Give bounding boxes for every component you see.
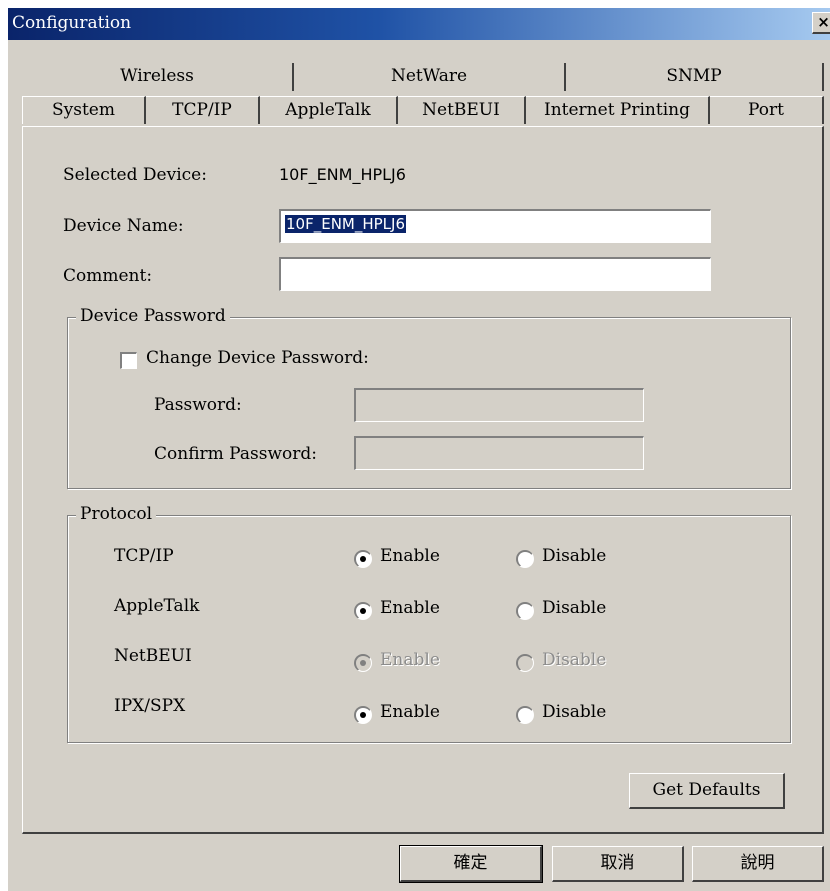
appletalk-disable-radio[interactable] xyxy=(516,602,534,620)
ok-button[interactable]: 確定 xyxy=(399,845,543,883)
netbeui-disable-label: Disable xyxy=(542,650,607,670)
change-password-label[interactable]: Change Device Password: xyxy=(146,348,369,368)
selected-device-label: Selected Device: xyxy=(63,165,207,185)
device-name-value: 10F_ENM_HPLJ6 xyxy=(285,215,407,233)
tab-system[interactable]: System xyxy=(22,96,146,124)
close-button[interactable]: × xyxy=(812,12,830,34)
netbeui-enable-radio xyxy=(354,654,372,672)
protocol-group-title: Protocol xyxy=(76,504,157,524)
comment-label: Comment: xyxy=(63,266,153,286)
system-tab-panel: Selected Device: 10F_ENM_HPLJ6 Device Na… xyxy=(22,126,824,834)
tcpip-disable-label[interactable]: Disable xyxy=(542,546,606,566)
ipxspx-disable-label[interactable]: Disable xyxy=(542,702,606,722)
configuration-window: Configuration × Wireless NetWare SNMP Sy… xyxy=(8,8,830,891)
tcpip-enable-radio[interactable] xyxy=(354,550,372,568)
tcpip-enable-label[interactable]: Enable xyxy=(380,546,440,566)
help-button[interactable]: 說明 xyxy=(692,846,824,882)
protocol-name-tcpip: TCP/IP xyxy=(114,546,174,566)
protocol-group: Protocol TCP/IP Enable Disable AppleTalk… xyxy=(67,504,791,743)
close-icon: × xyxy=(817,13,830,31)
protocol-name-ipxspx: IPX/SPX xyxy=(114,696,186,716)
tab-netware[interactable]: NetWare xyxy=(294,63,566,91)
tab-netbeui[interactable]: NetBEUI xyxy=(398,96,526,124)
password-input[interactable] xyxy=(354,388,644,422)
protocol-name-netbeui: NetBEUI xyxy=(114,646,192,666)
appletalk-enable-label[interactable]: Enable xyxy=(380,598,440,618)
netbeui-enable-label: Enable xyxy=(380,650,440,670)
window-title: Configuration xyxy=(12,13,132,33)
tab-tcpip[interactable]: TCP/IP xyxy=(146,96,260,124)
protocol-name-appletalk: AppleTalk xyxy=(114,596,200,616)
device-password-group: Device Password Change Device Password: … xyxy=(67,306,791,489)
tab-appletalk[interactable]: AppleTalk xyxy=(260,96,398,124)
get-defaults-button[interactable]: Get Defaults xyxy=(629,773,785,809)
tab-internet-printing[interactable]: Internet Printing xyxy=(526,96,710,124)
selected-device-value: 10F_ENM_HPLJ6 xyxy=(279,165,406,184)
tab-port[interactable]: Port xyxy=(710,96,824,124)
title-bar[interactable]: Configuration × xyxy=(8,8,830,40)
password-label: Password: xyxy=(154,395,242,415)
confirm-password-label: Confirm Password: xyxy=(154,444,317,464)
confirm-password-input[interactable] xyxy=(354,436,644,470)
appletalk-disable-label[interactable]: Disable xyxy=(542,598,606,618)
device-password-group-title: Device Password xyxy=(76,306,230,326)
ipxspx-enable-radio[interactable] xyxy=(354,706,372,724)
cancel-button[interactable]: 取消 xyxy=(552,846,684,882)
tab-snmp[interactable]: SNMP xyxy=(566,63,824,91)
ipxspx-enable-label[interactable]: Enable xyxy=(380,702,440,722)
tab-wireless[interactable]: Wireless xyxy=(22,63,294,91)
comment-input[interactable] xyxy=(279,257,711,291)
ipxspx-disable-radio[interactable] xyxy=(516,706,534,724)
device-name-label: Device Name: xyxy=(63,216,184,236)
device-name-input[interactable]: 10F_ENM_HPLJ6 xyxy=(279,209,711,243)
change-password-checkbox[interactable] xyxy=(120,352,137,369)
tcpip-disable-radio[interactable] xyxy=(516,550,534,568)
netbeui-disable-radio xyxy=(516,654,534,672)
appletalk-enable-radio[interactable] xyxy=(354,602,372,620)
